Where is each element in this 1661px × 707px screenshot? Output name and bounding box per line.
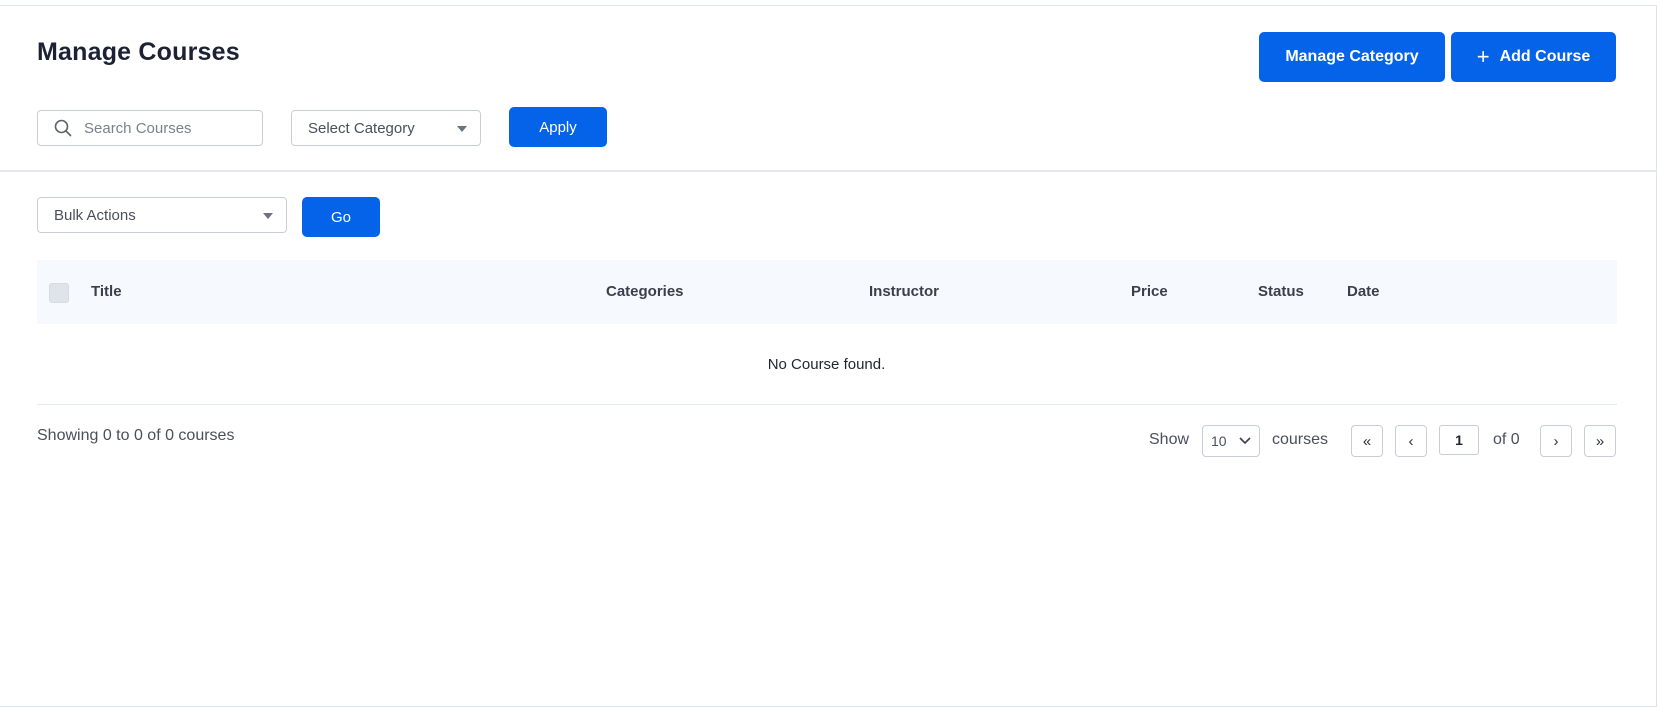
apply-button[interactable]: Apply <box>509 107 607 147</box>
current-page-input[interactable] <box>1439 425 1479 455</box>
show-label: Show <box>1149 431 1190 448</box>
search-icon <box>54 119 72 137</box>
bulk-actions-value: Bulk Actions <box>54 206 136 224</box>
column-categories: Categories <box>606 283 684 300</box>
go-button[interactable]: Go <box>302 197 380 237</box>
search-input[interactable] <box>84 119 234 137</box>
table-header: Title Categories Instructor Price Status… <box>37 260 1617 324</box>
prev-page-button[interactable]: ‹ <box>1395 425 1427 457</box>
select-all-checkbox[interactable] <box>49 283 69 303</box>
table-bottom-border <box>37 404 1617 405</box>
plus-icon: + <box>1476 44 1490 69</box>
column-status: Status <box>1258 283 1304 300</box>
caret-down-icon <box>457 126 467 132</box>
section-divider <box>0 170 1657 172</box>
bulk-actions-select[interactable]: Bulk Actions <box>37 197 287 233</box>
empty-table-message: No Course found. <box>767 356 886 373</box>
page-title: Manage Courses <box>37 38 240 66</box>
courses-label: courses <box>1272 431 1329 448</box>
first-page-button[interactable]: « <box>1351 425 1383 457</box>
column-instructor: Instructor <box>869 283 940 300</box>
chevron-down-icon <box>1239 437 1251 445</box>
column-date[interactable]: Date <box>1347 283 1380 300</box>
next-page-button[interactable]: › <box>1540 425 1572 457</box>
per-page-select[interactable]: 10 <box>1202 425 1260 457</box>
search-box <box>37 110 263 146</box>
category-select-value: Select Category <box>308 119 415 137</box>
column-price[interactable]: Price <box>1131 283 1168 300</box>
add-course-button[interactable]: + Add Course <box>1451 32 1616 82</box>
page-total: of 0 <box>1493 431 1520 448</box>
per-page-value: 10 <box>1211 433 1227 449</box>
showing-count: Showing 0 to 0 of 0 courses <box>37 427 235 444</box>
add-course-label: Add Course <box>1499 48 1591 65</box>
last-page-button[interactable]: » <box>1584 425 1616 457</box>
manage-category-button[interactable]: Manage Category <box>1259 32 1445 82</box>
category-select[interactable]: Select Category <box>291 110 481 146</box>
caret-down-icon <box>263 213 273 219</box>
column-title[interactable]: Title <box>91 283 122 300</box>
